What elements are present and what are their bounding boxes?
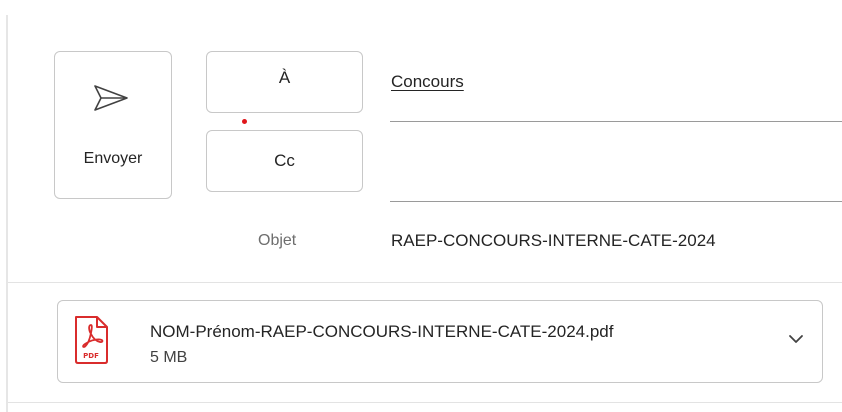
- cc-field-underline: [390, 201, 842, 202]
- cc-button-label: Cc: [274, 151, 295, 170]
- subject-input[interactable]: RAEP-CONCOURS-INTERNE-CATE-2024: [391, 231, 716, 251]
- pdf-icon-badge: PDF: [83, 352, 99, 360]
- attachment-size: 5 MB: [150, 349, 188, 366]
- divider: [8, 282, 842, 283]
- cc-button[interactable]: Cc: [206, 130, 363, 192]
- subject-label: Objet: [258, 232, 297, 249]
- cc-field[interactable]: [390, 130, 842, 196]
- send-icon: [94, 85, 128, 111]
- required-indicator: [242, 119, 247, 124]
- to-button[interactable]: À: [206, 51, 363, 113]
- send-button-label: Envoyer: [83, 150, 143, 167]
- pane-left-border: [6, 15, 8, 412]
- to-button-label: À: [278, 68, 291, 87]
- to-field-underline: [390, 121, 842, 122]
- send-button[interactable]: Envoyer: [54, 51, 172, 199]
- divider: [8, 402, 842, 403]
- attachment-card[interactable]: PDF NOM-Prénom-RAEP-CONCOURS-INTERNE-CAT…: [57, 300, 823, 383]
- pdf-file-icon: PDF: [75, 316, 108, 364]
- attachment-name: NOM-Prénom-RAEP-CONCOURS-INTERNE-CATE-20…: [150, 322, 614, 341]
- to-recipient[interactable]: Concours: [391, 72, 464, 92]
- chevron-down-icon[interactable]: [788, 333, 804, 345]
